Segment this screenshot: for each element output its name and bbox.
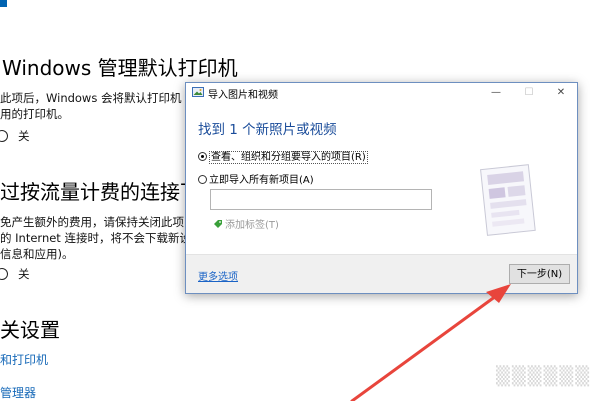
red-arrow — [350, 284, 511, 401]
